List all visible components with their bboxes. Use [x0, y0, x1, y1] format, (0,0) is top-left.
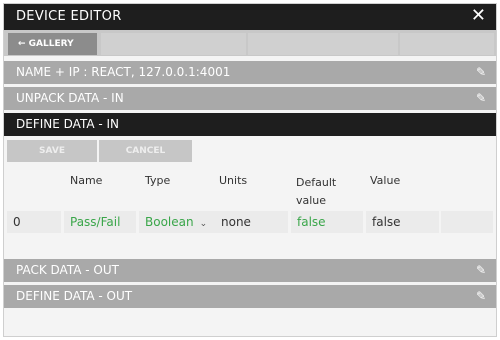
- title-bar: DEVICE EDITOR ✕: [4, 4, 496, 30]
- value-field[interactable]: false: [366, 211, 439, 233]
- section-pack-data[interactable]: PACK DATA - OUT ✎: [4, 259, 496, 282]
- column-header-units: Units: [219, 174, 248, 187]
- column-header-type: Type: [145, 174, 171, 187]
- device-editor-window: DEVICE EDITOR ✕ ← GALLERY NAME + IP : RE…: [3, 3, 497, 337]
- window-title: DEVICE EDITOR: [16, 9, 122, 24]
- units-field[interactable]: none: [215, 211, 288, 233]
- edit-pencil-icon[interactable]: ✎: [476, 259, 486, 282]
- nav-segment: [101, 33, 246, 55]
- nav-segment: [248, 33, 398, 55]
- section-unpack-data[interactable]: UNPACK DATA - IN ✎: [4, 87, 496, 110]
- section-name-ip[interactable]: NAME + IP : REACT, 127.0.0.1:4001 ✎: [4, 61, 496, 84]
- edit-pencil-icon[interactable]: ✎: [476, 285, 486, 308]
- cancel-button[interactable]: CANCEL: [99, 140, 192, 162]
- section-title: PACK DATA - OUT: [16, 263, 119, 277]
- section-define-data-out[interactable]: DEFINE DATA - OUT ✎: [4, 285, 496, 308]
- column-header-value: Value: [370, 174, 401, 187]
- section-title: DEFINE DATA - OUT: [16, 289, 133, 303]
- default-value-field[interactable]: false: [291, 211, 363, 233]
- row-index: 0: [7, 211, 61, 233]
- column-header-default-value: Default value: [296, 176, 337, 207]
- section-define-data-in[interactable]: DEFINE DATA - IN: [4, 113, 496, 136]
- chevron-down-icon: ⌄: [199, 219, 208, 229]
- name-field[interactable]: Pass/Fail: [64, 211, 136, 233]
- section-title: UNPACK DATA - IN: [16, 91, 124, 105]
- edit-pencil-icon[interactable]: ✎: [476, 87, 486, 110]
- action-buttons: SAVE CANCEL: [4, 140, 496, 162]
- close-icon[interactable]: ✕: [471, 6, 486, 26]
- edit-pencil-icon[interactable]: ✎: [476, 61, 486, 84]
- save-button[interactable]: SAVE: [7, 140, 97, 162]
- column-header-name: Name: [70, 174, 103, 187]
- type-select-value: Boolean: [145, 215, 194, 229]
- section-title: NAME + IP : REACT, 127.0.0.1:4001: [16, 65, 231, 79]
- gallery-back-button[interactable]: ← GALLERY: [8, 33, 97, 55]
- nav-segment: [400, 33, 494, 55]
- extra-cell: [441, 211, 493, 233]
- section-title: DEFINE DATA - IN: [16, 117, 120, 131]
- nav-bar: ← GALLERY: [4, 30, 496, 56]
- type-select[interactable]: Boolean ⌄: [139, 211, 215, 233]
